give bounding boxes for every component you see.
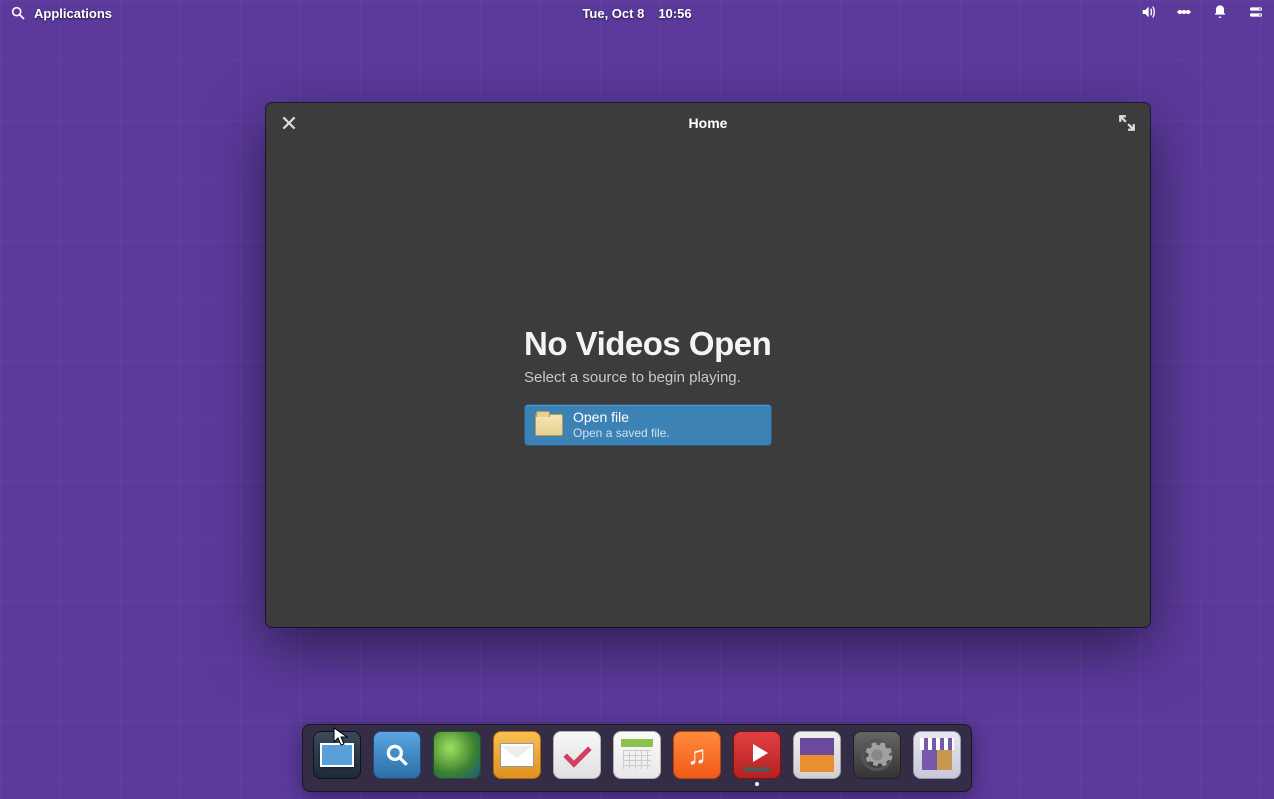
window-title: Home [689, 115, 728, 131]
dock-app-system-settings[interactable] [853, 731, 901, 779]
window-titlebar[interactable]: Home [266, 103, 1150, 143]
dock-app-calendar[interactable] [613, 731, 661, 779]
close-icon [280, 114, 298, 132]
dock-app-photos[interactable] [793, 731, 841, 779]
dock-app-music[interactable] [673, 731, 721, 779]
running-indicator [755, 782, 759, 786]
dock-app-tasks[interactable] [553, 731, 601, 779]
bell-icon [1212, 4, 1228, 20]
dock-app-multitasking[interactable] [313, 731, 361, 779]
dock-app-appcenter[interactable] [913, 731, 961, 779]
welcome-subheading: Select a source to begin playing. [524, 369, 772, 386]
maximize-button[interactable] [1118, 114, 1136, 132]
dock [302, 724, 972, 792]
dock-app-mail[interactable] [493, 731, 541, 779]
search-icon [10, 5, 26, 21]
session-indicator[interactable] [1248, 4, 1264, 23]
applications-menu[interactable]: Applications [10, 5, 112, 21]
window-content: No Videos Open Select a source to begin … [266, 143, 1150, 627]
time-text: 10:56 [658, 6, 691, 21]
folder-icon [535, 414, 563, 436]
dock-app-videos[interactable] [733, 731, 781, 779]
notifications-indicator[interactable] [1212, 4, 1228, 23]
gear-icon [860, 738, 894, 772]
clock[interactable]: Tue, Oct 8 10:56 [582, 6, 691, 21]
maximize-icon [1118, 114, 1136, 132]
volume-indicator[interactable] [1140, 4, 1156, 23]
welcome-heading: No Videos Open [524, 325, 772, 363]
open-file-title: Open file [573, 409, 670, 426]
volume-icon [1140, 4, 1156, 20]
dock-app-files[interactable] [373, 731, 421, 779]
top-panel: Applications Tue, Oct 8 10:56 [0, 0, 1274, 26]
session-icon [1248, 4, 1264, 20]
network-indicator[interactable] [1176, 4, 1192, 23]
search-icon [384, 742, 410, 768]
date-text: Tue, Oct 8 [582, 6, 644, 21]
applications-label: Applications [34, 6, 112, 21]
open-file-subtitle: Open a saved file. [573, 426, 670, 440]
open-file-button[interactable]: Open file Open a saved file. [524, 404, 772, 446]
dock-app-web-browser[interactable] [433, 731, 481, 779]
videos-window: Home No Videos Open Select a source to b… [266, 103, 1150, 627]
network-icon [1176, 4, 1192, 20]
close-button[interactable] [280, 114, 298, 132]
